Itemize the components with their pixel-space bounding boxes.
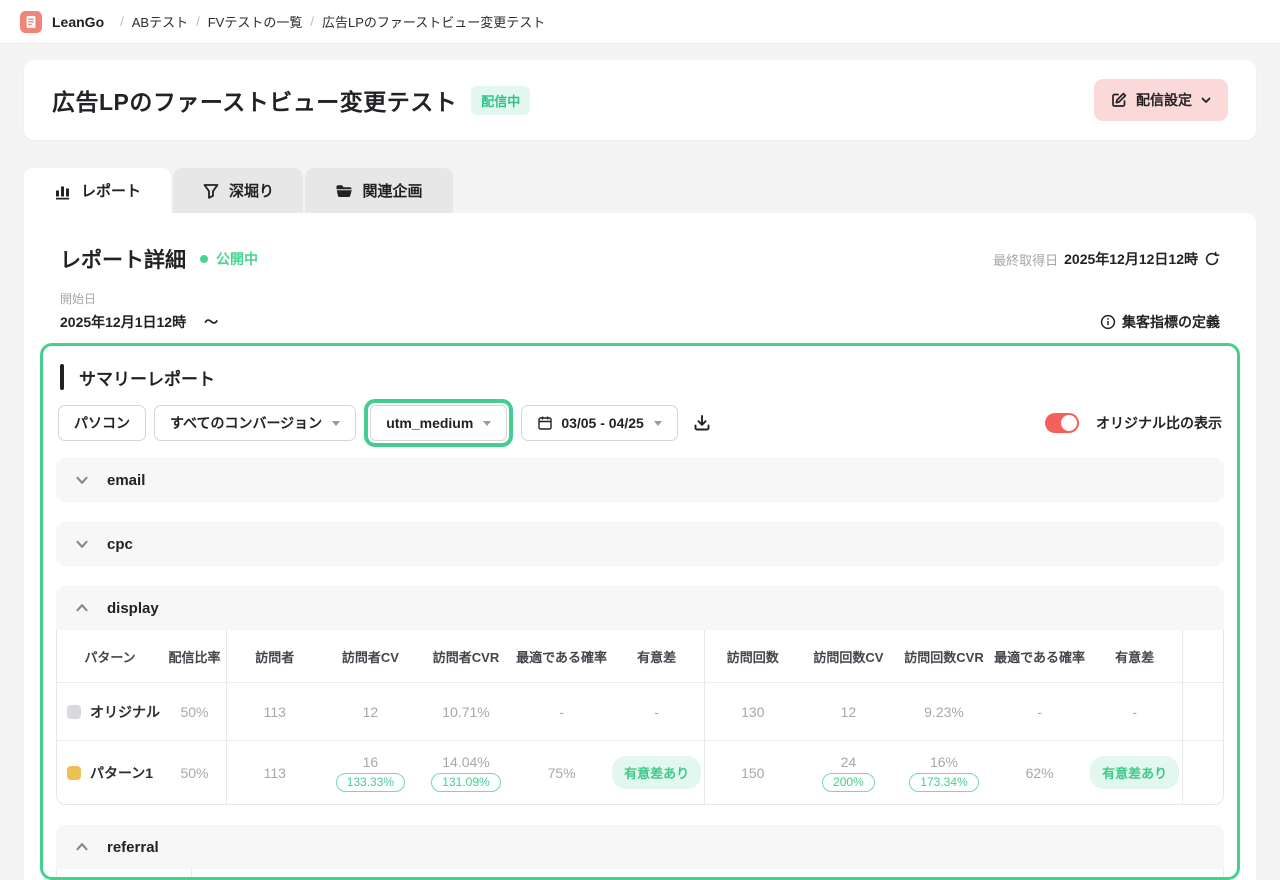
section-cpc[interactable]: cpc [56,522,1224,566]
download-icon [692,413,712,433]
table-header-row: パターン 配信比率 訪問者 訪問者CV 訪問者CVR 最適である確率 有意差 訪… [57,630,1223,682]
chevron-down-icon [1200,94,1212,106]
breadcrumb-current: 広告LPのファーストビュー変更テスト [321,15,546,30]
published-dot [200,255,208,263]
original-ratio-toggle[interactable] [1045,413,1079,433]
section-email[interactable]: email [56,458,1224,502]
conversion-filter-dropdown[interactable]: すべてのコンバージョン [154,405,357,441]
breadcrumb-fv-test-list[interactable]: FVテストの一覧 [208,12,303,31]
vs-original-pill: 131.09% [431,772,501,792]
table-row-pattern1: パターン1 50% 113 16 133.33% 14.04% 131.09% … [57,740,1223,804]
caret-down-icon [653,420,662,426]
vs-original-pill: 173.34% [909,772,979,792]
tab-bar: レポート 深堀り 関連企画 [24,168,1280,213]
last-fetched-label: 最終取得日 [993,252,1059,268]
bar-chart-icon [54,182,72,200]
medium-filter-dropdown[interactable]: utm_medium [370,405,508,441]
section-referral-header[interactable]: referral [56,825,1224,869]
significance-badge: 有意差あり [612,756,702,789]
significance-badge: 有意差あり [1090,756,1180,789]
chevron-down-icon [74,536,90,552]
page-title: 広告LPのファーストビュー変更テスト [52,89,458,115]
start-date-label: 開始日 [60,292,97,306]
publish-status: 公開中 [216,251,258,267]
last-fetched-value: 2025年12月12日12時 [1064,251,1198,267]
toggle-label: オリジナル比の表示 [1096,415,1222,431]
vs-original-pill: 200% [822,772,875,792]
info-icon [1100,314,1116,330]
refresh-icon[interactable] [1204,251,1220,267]
tab-drilldown[interactable]: 深堀り [173,168,303,213]
status-badge: 配信中 [471,85,531,115]
test-header-card: 広告LPのファーストビュー変更テスト 配信中 配信設定 [24,60,1256,140]
medium-dropdown-highlight: utm_medium [364,399,514,447]
table-row-original: オリジナル 50% 113 12 10.71% - - 130 12 9.23%… [57,682,1223,740]
vs-original-pill: 133.33% [335,772,406,792]
tab-report[interactable]: レポート [24,168,171,213]
chevron-up-icon [74,600,90,616]
topbar: LeanGo / ABテスト / FVテストの一覧 / 広告LPのファーストビュ… [0,0,1280,44]
caret-down-icon [332,420,341,426]
breadcrumb-ab-test[interactable]: ABテスト [132,12,188,31]
summary-title: サマリーレポート [79,369,215,389]
filter-toolbar: パソコン すべてのコンバージョン utm_medium 03/05 - 04/2… [56,399,1224,447]
section-display-header[interactable]: display [56,586,1224,630]
title-accent-bar [60,364,64,390]
referral-table-clipped [56,869,1224,877]
pattern-color-swatch [67,765,81,780]
calendar-icon [537,415,553,431]
date-range-picker[interactable]: 03/05 - 04/25 [521,405,678,441]
caret-down-icon [483,420,492,426]
report-panel: レポート詳細 公開中 最終取得日 2025年12月12日12時 開始日 2025… [24,213,1256,880]
download-button[interactable] [692,413,712,433]
tab-related-plans[interactable]: 関連企画 [305,168,453,213]
pattern-color-swatch [67,704,81,719]
edit-icon [1110,91,1128,109]
folder-icon [335,182,353,200]
metrics-definition-link[interactable]: 集客指標の定義 [1100,312,1220,332]
chevron-up-icon [74,839,90,855]
brand-name[interactable]: LeanGo [52,14,104,30]
funnel-icon [202,182,220,200]
start-date-value: 2025年12月1日12時〜 [60,314,219,330]
section-display: display パターン 配信比率 訪問者 訪問者CV 訪問者CVR 最適である… [56,586,1224,805]
summary-report-section: サマリーレポート パソコン すべてのコンバージョン utm_medium 03/… [40,343,1240,880]
display-results-table: パターン 配信比率 訪問者 訪問者CV 訪問者CVR 最適である確率 有意差 訪… [56,630,1224,805]
report-detail-title: レポート詳細 [60,249,186,272]
breadcrumb: / ABテスト / FVテストの一覧 / 広告LPのファーストビュー変更テスト [120,12,546,31]
device-filter-button[interactable]: パソコン [58,405,146,441]
delivery-settings-button[interactable]: 配信設定 [1094,79,1228,121]
chevron-down-icon [74,472,90,488]
leango-logo-icon[interactable] [20,10,42,33]
section-referral: referral [56,825,1224,877]
